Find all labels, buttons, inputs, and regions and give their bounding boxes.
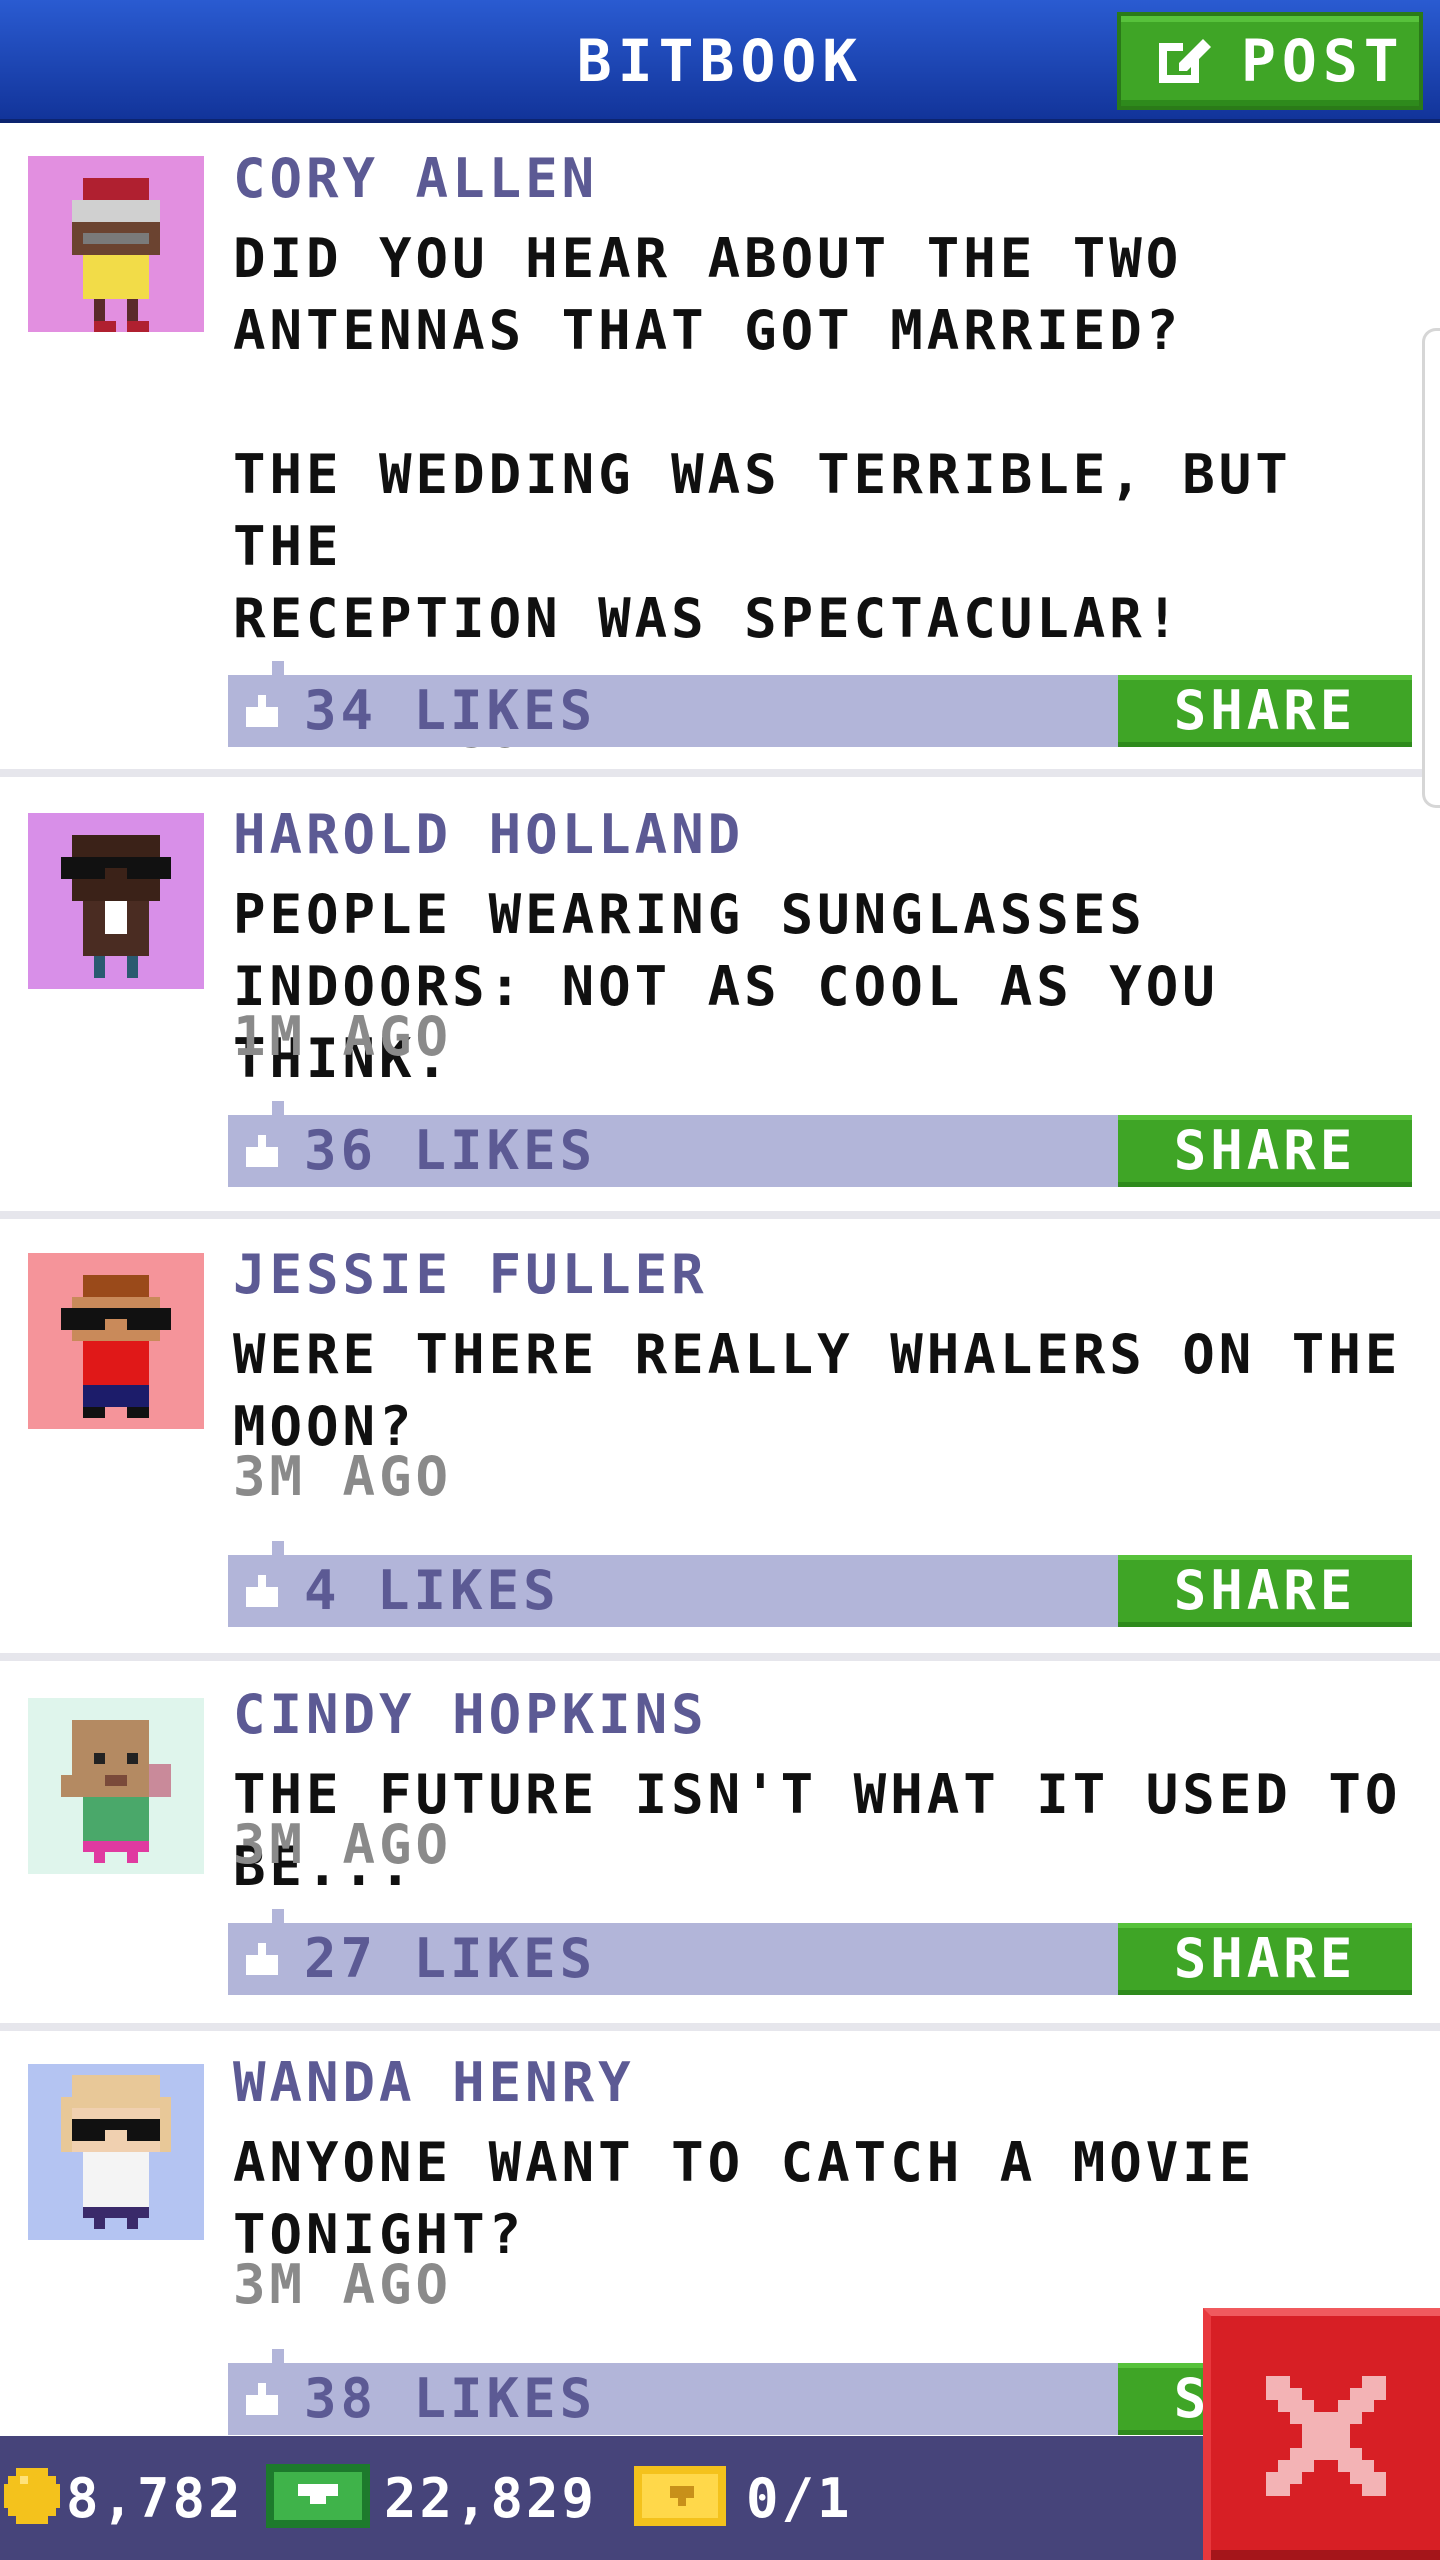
likes-count: 34 LIKES [304, 679, 597, 742]
bux-value: 22,829 [384, 2466, 598, 2530]
avatar [28, 1698, 204, 1874]
coins-value: 8,782 [66, 2466, 244, 2530]
like-bar-notch [272, 661, 284, 675]
thumbs-up-icon [242, 2379, 282, 2423]
post-text: WERE THERE REALLY WHALERS ON THE MOON? [233, 1323, 1402, 1458]
likes-count: 27 LIKES [304, 1927, 597, 1990]
close-button[interactable] [1203, 2308, 1440, 2560]
share-button[interactable]: SHARE [1118, 1555, 1412, 1627]
share-button[interactable]: SHARE [1118, 1115, 1412, 1187]
coin-icon [4, 2468, 60, 2528]
poster-name: CINDY HOPKINS [233, 1683, 708, 1746]
like-button[interactable]: 4 LIKES SHARE [228, 1541, 1412, 1627]
post-time: 3M AGO [233, 2253, 453, 2316]
post-button[interactable]: POST [1117, 12, 1423, 110]
poster-name: WANDA HENRY [233, 2051, 635, 2114]
bux-icon [266, 2464, 370, 2532]
coins-counter[interactable]: 8,782 [4, 2436, 244, 2560]
poster-name: JESSIE FULLER [233, 1243, 708, 1306]
close-icon [1265, 2376, 1386, 2500]
like-bar-notch [272, 1909, 284, 1923]
thumbs-up-icon [242, 1939, 282, 1983]
like-button[interactable]: 36 LIKES SHARE [228, 1101, 1412, 1187]
app-header: BITBOOK POST [0, 0, 1440, 123]
bux-counter[interactable]: 22,829 [266, 2436, 597, 2560]
post-text: DID YOU HEAR ABOUT THE TWO ANTENNAS THAT… [233, 227, 1292, 650]
share-button[interactable]: SHARE [1118, 675, 1412, 747]
tickets-counter[interactable]: 0/1 [634, 2436, 853, 2560]
avatar [28, 813, 204, 989]
thumbs-up-icon [242, 691, 282, 735]
post-text: ANYONE WANT TO CATCH A MOVIE TONIGHT? [233, 2131, 1256, 2266]
thumbs-up-icon [242, 1131, 282, 1175]
likes-count: 36 LIKES [304, 1119, 597, 1182]
like-bar-notch [272, 1541, 284, 1555]
post-time: 3M AGO [233, 1445, 453, 1508]
post-button-label: POST [1241, 27, 1405, 95]
avatar [28, 1253, 204, 1429]
like-button[interactable]: 27 LIKES SHARE [228, 1909, 1412, 1995]
likes-count: 38 LIKES [304, 2367, 597, 2430]
like-bar-notch [272, 2349, 284, 2363]
poster-name: CORY ALLEN [233, 147, 599, 210]
edit-icon [1151, 27, 1241, 95]
avatar [28, 156, 204, 332]
post-time: 1M AGO [233, 1005, 453, 1068]
thumbs-up-icon [242, 1571, 282, 1615]
like-button[interactable]: 34 LIKES SHARE [228, 661, 1412, 747]
post-time: 3M AGO [233, 1813, 453, 1876]
scroll-handle[interactable] [1422, 328, 1440, 808]
ticket-icon [634, 2466, 726, 2530]
tickets-value: 0/1 [746, 2466, 853, 2530]
share-button[interactable]: SHARE [1118, 1923, 1412, 1995]
like-bar-notch [272, 1101, 284, 1115]
poster-name: HAROLD HOLLAND [233, 803, 745, 866]
likes-count: 4 LIKES [304, 1559, 560, 1622]
avatar [28, 2064, 204, 2240]
